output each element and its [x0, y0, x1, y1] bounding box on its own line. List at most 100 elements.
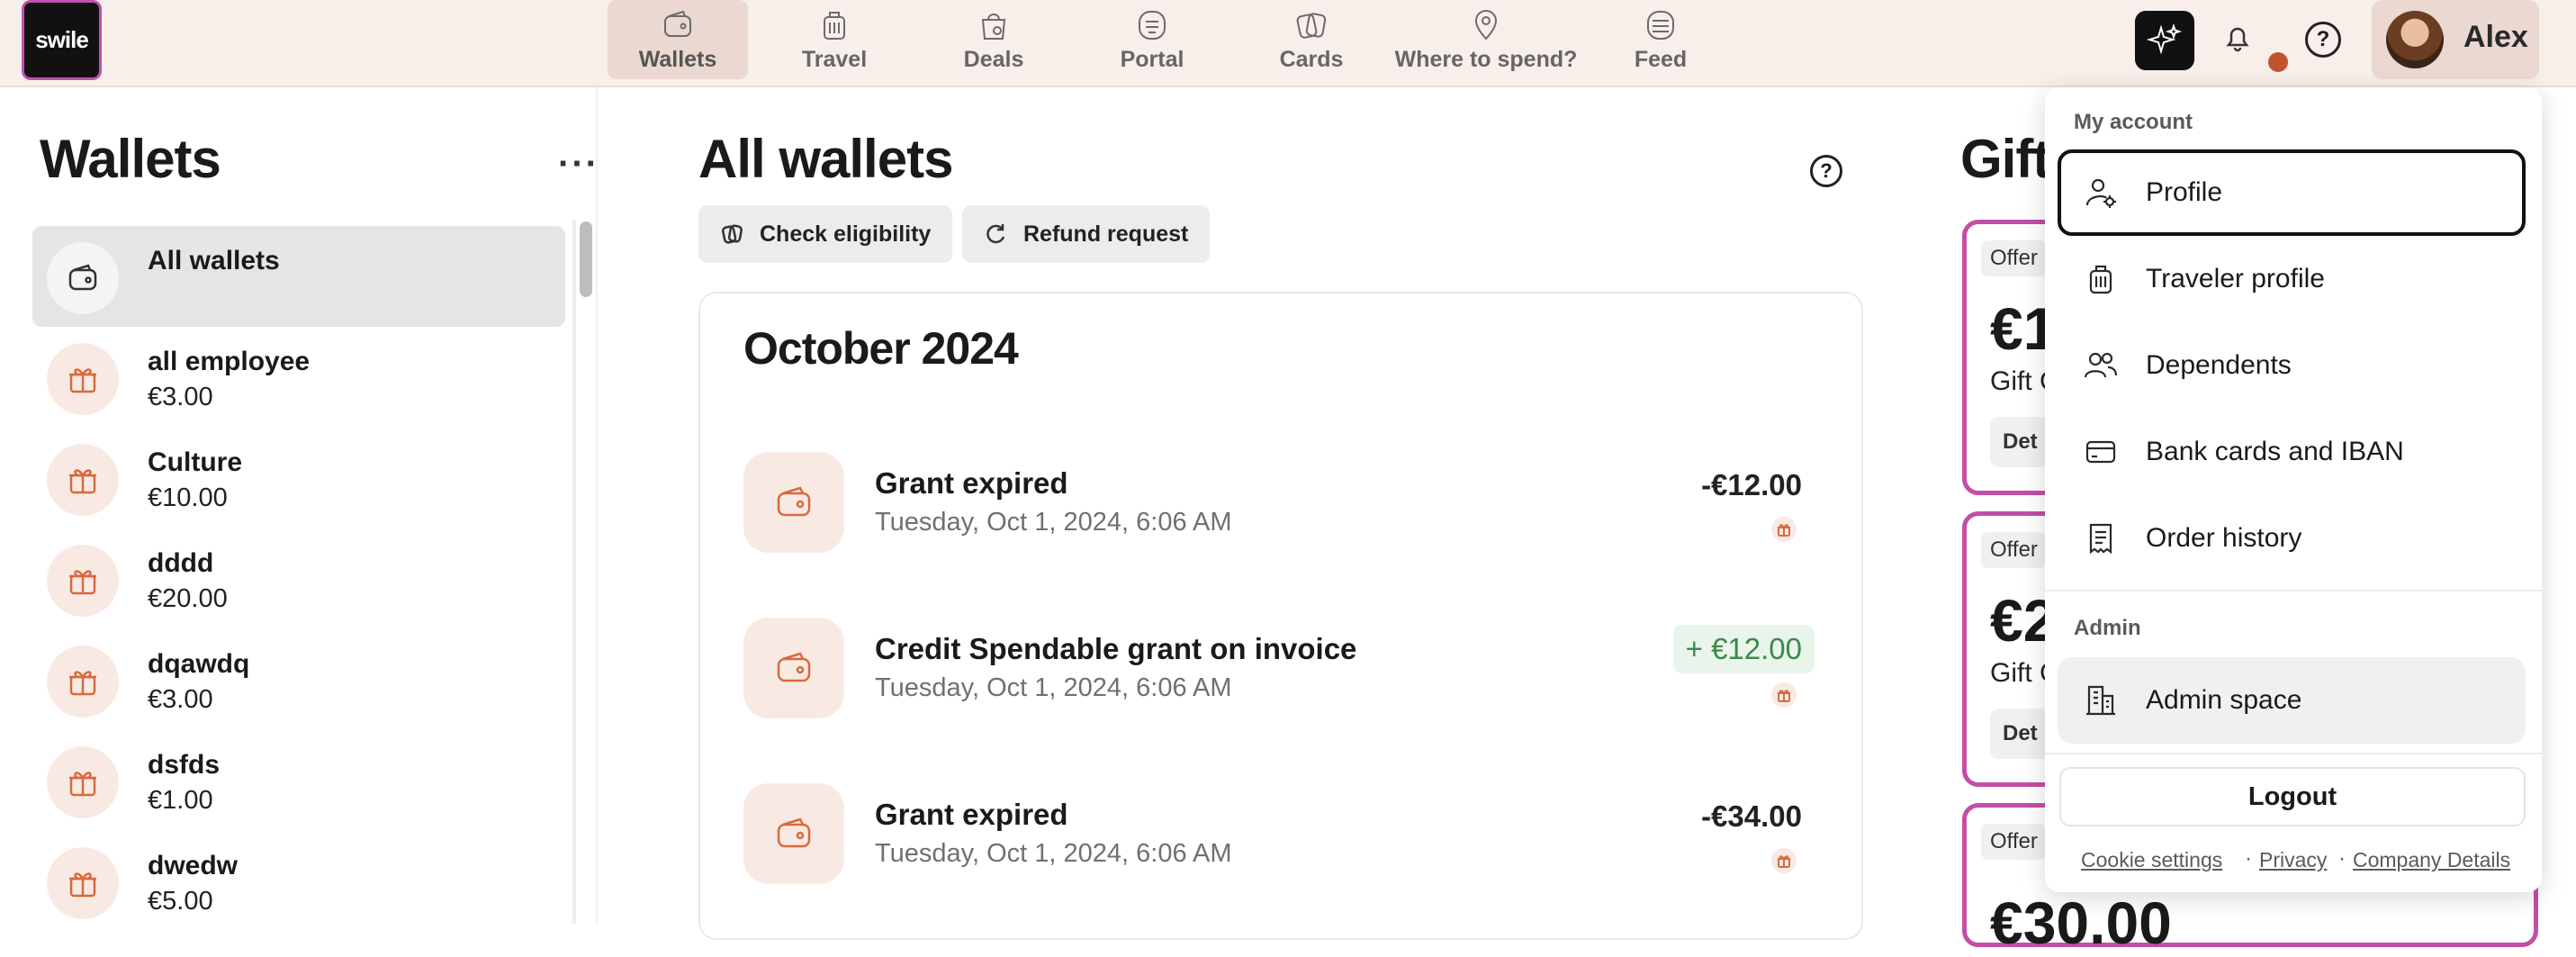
- wallet-amount: €5.00: [148, 887, 213, 916]
- building-icon: [2086, 685, 2115, 716]
- avatar: [2386, 11, 2444, 68]
- wallet-icon-wrap: [743, 618, 844, 718]
- wallet-item[interactable]: dqawdq €3.00: [32, 629, 565, 730]
- help-icon[interactable]: ?: [1810, 155, 1842, 187]
- notifications-button[interactable]: [2220, 20, 2263, 63]
- menu-item-dependents[interactable]: Dependents: [2058, 322, 2526, 409]
- refund-request-button[interactable]: Refund request: [962, 205, 1211, 263]
- gift-icon: [1771, 848, 1797, 873]
- nav-deals[interactable]: Deals: [926, 0, 1061, 79]
- page-title: All wallets: [698, 129, 953, 189]
- transaction-title: Credit Spendable grant on invoice: [875, 632, 1357, 665]
- gift-icon: [69, 872, 96, 898]
- offer-badge: Offer: [1981, 240, 2047, 276]
- sidebar-title: Wallets: [40, 129, 221, 189]
- wallet-icon-wrap: [743, 452, 844, 553]
- transaction-title: Grant expired: [875, 466, 1068, 500]
- transaction-row[interactable]: Grant expired Tuesday, Oct 1, 2024, 6:06…: [743, 452, 1824, 553]
- ai-assistant-button[interactable]: [2135, 11, 2194, 70]
- menu-item-label: Dependents: [2146, 350, 2292, 380]
- month-heading: October 2024: [743, 323, 1019, 374]
- wallet-name: dwedw: [148, 851, 239, 880]
- wallet-item-all-wallets[interactable]: All wallets: [32, 226, 565, 327]
- company-details-link[interactable]: Company Details: [2353, 848, 2510, 872]
- gift-cards-title: Gift: [1960, 129, 2050, 189]
- details-button[interactable]: Det: [1990, 417, 2050, 467]
- transaction-row[interactable]: Credit Spendable grant on invoice Tuesda…: [743, 618, 1824, 718]
- nav-portal[interactable]: Portal: [1085, 0, 1220, 79]
- menu-item-order-history[interactable]: Order history: [2058, 495, 2526, 582]
- offer-badge: Offer: [1981, 824, 2047, 860]
- wallet-item[interactable]: Culture €10.00: [32, 428, 565, 528]
- wallet-item[interactable]: dsfds €1.00: [32, 730, 565, 831]
- gift-icon: [69, 469, 96, 494]
- luggage-icon: [2089, 265, 2112, 294]
- wallet-name: dddd: [148, 548, 214, 578]
- wallet-amount: €3.00: [148, 685, 213, 714]
- privacy-link[interactable]: Privacy: [2259, 848, 2327, 872]
- wallet-item[interactable]: dddd €20.00: [32, 528, 565, 629]
- wallet-name: All wallets: [148, 246, 280, 275]
- sparkles-icon: [2147, 23, 2183, 55]
- gift-icon: [69, 671, 96, 696]
- menu-item-label: Traveler profile: [2146, 264, 2325, 293]
- sidebar-scrollbar[interactable]: [580, 221, 592, 297]
- wallet-item[interactable]: dwedw €5.00: [32, 831, 565, 932]
- nav-label: Where to spend?: [1394, 47, 1578, 72]
- gift-icon: [1771, 682, 1797, 708]
- nav-wallets[interactable]: Wallets: [608, 0, 748, 79]
- gift-icon-wrap: [47, 646, 119, 718]
- wallet-icon-wrap: [743, 783, 844, 884]
- details-button[interactable]: Det: [1990, 709, 2050, 759]
- menu-item-traveler-profile[interactable]: Traveler profile: [2058, 236, 2526, 322]
- bell-icon: [2226, 27, 2249, 52]
- account-menu-button[interactable]: Alex: [2372, 0, 2539, 79]
- luggage-icon: [824, 12, 845, 40]
- wallet-name: Culture: [148, 447, 242, 477]
- swile-logo[interactable]: swile: [22, 0, 102, 80]
- map-pin-icon: [1474, 10, 1498, 41]
- section-label-my-account: My account: [2074, 110, 2193, 134]
- nav-label: Deals: [963, 47, 1024, 72]
- wallet-name: dqawdq: [148, 649, 250, 679]
- footer-separator: ·: [2338, 846, 2346, 871]
- transaction-amount: -€12.00: [1701, 468, 1802, 501]
- nav-label: Feed: [1634, 47, 1688, 72]
- menu-item-label: Profile: [2146, 177, 2223, 207]
- gift-icon: [69, 368, 96, 393]
- feed-icon: [1647, 11, 1674, 40]
- wallet-amount: €10.00: [148, 483, 228, 512]
- nav-label: Travel: [801, 47, 868, 72]
- wallet-name: dsfds: [148, 750, 221, 780]
- wallet-item[interactable]: all employee €3.00: [32, 327, 565, 428]
- gift-icon-wrap: [47, 444, 119, 516]
- wallet-icon: [68, 264, 97, 291]
- transaction-date: Tuesday, Oct 1, 2024, 6:06 AM: [875, 839, 1232, 868]
- more-options-icon[interactable]: ···: [558, 144, 599, 185]
- help-icon[interactable]: ?: [2305, 22, 2341, 58]
- wallet-amount: €3.00: [148, 383, 213, 411]
- wallet-icon: [777, 486, 811, 517]
- nav-travel[interactable]: Travel: [767, 0, 902, 79]
- check-eligibility-button[interactable]: Check eligibility: [698, 205, 953, 263]
- transaction-row[interactable]: Grant expired Tuesday, Oct 1, 2024, 6:06…: [743, 783, 1824, 884]
- offer-badge: Offer: [1981, 532, 2047, 568]
- gift-icon-wrap: [47, 847, 119, 919]
- transaction-date: Tuesday, Oct 1, 2024, 6:06 AM: [875, 673, 1232, 702]
- menu-item-profile[interactable]: Profile: [2058, 149, 2526, 236]
- wallet-icon: [777, 652, 811, 682]
- sidebar-divider: [596, 87, 598, 924]
- wallet-icon: [664, 10, 691, 37]
- wallet-icon-wrap: [47, 242, 119, 314]
- wallet-amount: €1.00: [148, 786, 213, 815]
- nav-cards[interactable]: Cards: [1244, 0, 1379, 79]
- nav-where-to-spend[interactable]: Where to spend?: [1393, 0, 1579, 79]
- logout-button[interactable]: Logout: [2059, 767, 2526, 826]
- transaction-date: Tuesday, Oct 1, 2024, 6:06 AM: [875, 508, 1232, 537]
- section-label-admin: Admin: [2074, 616, 2141, 640]
- nav-feed[interactable]: Feed: [1593, 0, 1728, 79]
- cookie-settings-link[interactable]: Cookie settings: [2081, 848, 2222, 872]
- menu-item-bank-cards[interactable]: Bank cards and IBAN: [2058, 409, 2526, 495]
- menu-item-admin-space[interactable]: Admin space: [2058, 657, 2526, 744]
- button-label: Refund request: [1023, 221, 1189, 247]
